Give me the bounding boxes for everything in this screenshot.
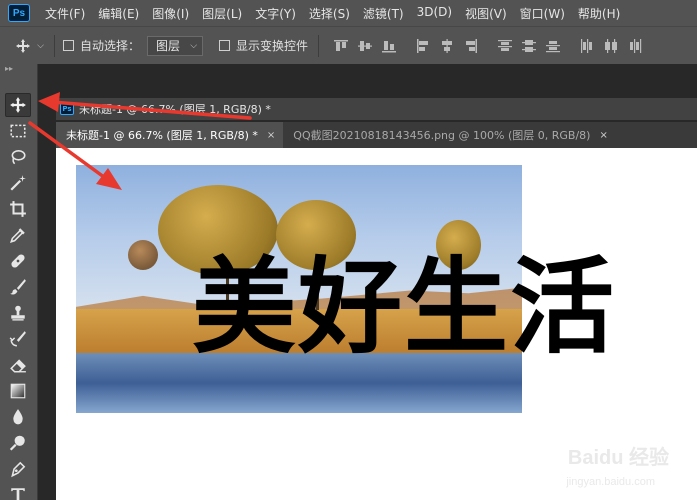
menu-bar: Ps 文件(F) 编辑(E) 图像(I) 图层(L) 文字(Y) 选择(S) 滤… [0,0,697,26]
document-tab-bar: 未标题-1 @ 66.7% (图层 1, RGB/8) * × QQ截图2021… [56,122,697,148]
crop-icon [10,201,26,217]
type-tool-button[interactable] [5,483,31,500]
baidu-watermark-url: jingyan.baidu.com [566,476,655,488]
magic-wand-icon [10,175,26,191]
gradient-icon [10,383,26,399]
move-tool-button[interactable] [5,93,31,117]
show-transform-checkbox[interactable] [219,40,231,51]
canvas-gutter [38,148,56,500]
panel-collapse-handle[interactable]: ▸▸ [0,64,37,74]
distribute-right-icon[interactable] [627,38,643,54]
type-icon [11,488,25,500]
divider [318,34,320,57]
photoshop-doc-icon: Ps [60,103,74,115]
brush-tool-button[interactable] [5,275,31,299]
photo-tree [128,240,158,270]
align-top-icon[interactable] [333,38,349,54]
tab-label: QQ截图20210818143456.png @ 100% (图层 0, RGB… [293,129,591,142]
close-icon[interactable]: × [267,130,275,141]
chevron-down-icon: ⌵ [190,40,198,51]
auto-select-dropdown[interactable]: 图层 ⌵ [147,35,204,56]
document-tab-qq-screenshot[interactable]: QQ截图20210818143456.png @ 100% (图层 0, RGB… [283,122,616,148]
options-bar: ⌵ 自动选择： 图层 ⌵ 显示变换控件 [0,26,697,64]
history-brush-tool-button[interactable] [5,327,31,351]
menu-file[interactable]: 文件(F) [45,5,85,22]
menu-3d[interactable]: 3D(D) [417,5,452,22]
photoshop-logo: Ps [8,4,30,22]
document-tab-untitled[interactable]: 未标题-1 @ 66.7% (图层 1, RGB/8) * × [56,122,284,148]
clone-stamp-tool-button[interactable] [5,301,31,325]
distribute-top-icon[interactable] [497,38,513,54]
crop-tool-button[interactable] [5,197,31,221]
floating-document-title: 未标题-1 @ 66.7% (图层 1, RGB/8) * [79,103,271,116]
align-left-icon[interactable] [415,38,431,54]
eraser-icon [10,359,26,373]
distribute-vertical-center-icon[interactable] [521,38,537,54]
pen-tool-button[interactable] [5,457,31,481]
move-icon [10,97,26,113]
menu-filter[interactable]: 滤镜(T) [363,5,404,22]
show-transform-label: 显示变换控件 [236,39,309,53]
water-drop-icon [13,409,23,425]
lasso-tool-button[interactable] [5,145,31,169]
dodge-icon [9,435,25,451]
canvas-text-layer: 美好生活 [192,246,617,368]
distribute-horizontal-center-icon[interactable] [603,38,619,54]
close-icon[interactable]: × [599,130,607,141]
align-buttons [333,38,651,54]
chevron-down-icon: ⌵ [37,40,44,51]
dodge-tool-button[interactable] [5,431,31,455]
history-brush-icon [9,331,26,347]
eraser-tool-button[interactable] [5,353,31,377]
menu-select[interactable]: 选择(S) [309,5,350,22]
tools-panel: ▸▸ [0,64,38,500]
stamp-icon [11,305,25,321]
eyedropper-icon [10,228,25,243]
auto-select-value: 图层 [156,39,181,53]
menu-window[interactable]: 窗口(W) [520,5,565,22]
tool-preset-picker[interactable]: ⌵ [10,38,44,54]
menu-items: 文件(F) 编辑(E) 图像(I) 图层(L) 文字(Y) 选择(S) 滤镜(T… [45,5,633,22]
tab-label: 未标题-1 @ 66.7% (图层 1, RGB/8) * [66,129,258,142]
align-bottom-icon[interactable] [381,38,397,54]
gradient-tool-button[interactable] [5,379,31,403]
baidu-watermark: Baidu 经验 [567,447,669,469]
distribute-left-icon[interactable] [579,38,595,54]
align-horizontal-center-icon[interactable] [439,38,455,54]
auto-select-label: 自动选择： [80,39,141,53]
menu-layer[interactable]: 图层(L) [202,5,242,22]
marquee-tool-button[interactable] [5,119,31,143]
menu-view[interactable]: 视图(V) [465,5,507,22]
eyedropper-tool-button[interactable] [5,223,31,247]
pen-icon [11,461,26,478]
auto-select-checkbox[interactable] [63,40,74,51]
menu-type[interactable]: 文字(Y) [255,5,296,22]
distribute-bottom-icon[interactable] [545,38,561,54]
divider [54,34,55,57]
menu-edit[interactable]: 编辑(E) [98,5,139,22]
blur-tool-button[interactable] [5,405,31,429]
bandage-icon [11,254,25,268]
align-vertical-center-icon[interactable] [357,38,373,54]
magic-wand-tool-button[interactable] [5,171,31,195]
canvas[interactable]: 美好生活 Baidu 经验 jingyan.baidu.com [56,148,697,500]
floating-document-titlebar[interactable]: Ps 未标题-1 @ 66.7% (图层 1, RGB/8) * [56,98,697,120]
align-right-icon[interactable] [463,38,479,54]
brush-icon [10,279,26,295]
menu-image[interactable]: 图像(I) [152,5,189,22]
healing-brush-tool-button[interactable] [5,249,31,273]
move-icon [16,38,31,53]
lasso-icon [11,150,26,165]
rectangular-marquee-icon [10,124,26,138]
menu-help[interactable]: 帮助(H) [578,5,620,22]
